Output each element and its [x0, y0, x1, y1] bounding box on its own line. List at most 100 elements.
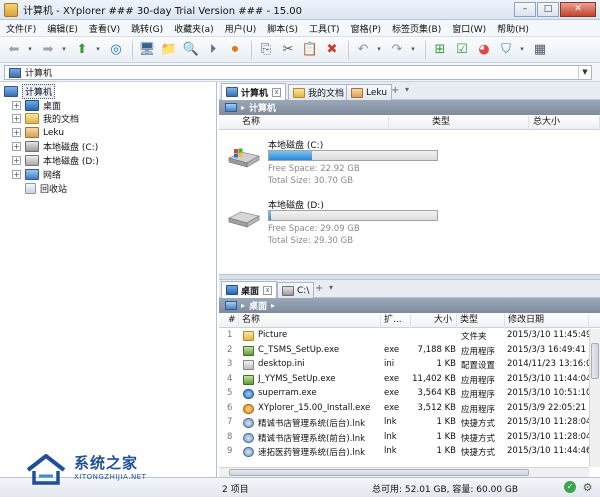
- tree-item-drive-d[interactable]: + 本地磁盘 (D:): [12, 154, 99, 167]
- expand-icon[interactable]: +: [12, 170, 21, 179]
- table-row[interactable]: 7 精诚书店管理系统(后台).lnk lnk 1 KB 快捷方式 2015/3/…: [219, 416, 589, 430]
- tree-view-icon[interactable]: ⊞: [430, 40, 450, 60]
- forward-arrow-icon[interactable]: ➡: [38, 40, 58, 60]
- table-row[interactable]: 1 Picture 文件夹 2015/3/10 11:45:49: [219, 329, 589, 343]
- menu-user[interactable]: 用户(U): [225, 22, 257, 35]
- filter-icon[interactable]: ⛉: [496, 40, 516, 60]
- expand-icon[interactable]: +: [12, 114, 21, 123]
- table-row[interactable]: 8 精诚书店管理系统(前台).lnk lnk 1 KB 快捷方式 2015/3/…: [219, 431, 589, 445]
- grid-view-icon[interactable]: ▦: [530, 40, 550, 60]
- pie-chart-icon[interactable]: ◕: [474, 40, 494, 60]
- column-name[interactable]: 名称: [239, 116, 389, 130]
- record-icon[interactable]: ⏺: [225, 40, 245, 60]
- paste-icon[interactable]: 📋: [300, 40, 320, 60]
- menu-tabsets[interactable]: 标签页集(B): [392, 22, 441, 35]
- menu-help[interactable]: 帮助(H): [497, 22, 529, 35]
- column-type[interactable]: 类型: [429, 116, 529, 130]
- menu-panes[interactable]: 窗格(P): [351, 22, 381, 35]
- top-breadcrumb[interactable]: ▸ 计算机: [219, 100, 600, 115]
- close-icon[interactable]: x: [272, 87, 282, 97]
- column-name[interactable]: 名称: [239, 314, 381, 328]
- breadcrumb-label: 计算机: [249, 104, 277, 114]
- redo-dropdown-icon[interactable]: ▾: [409, 40, 417, 60]
- check-icon[interactable]: ✓: [564, 481, 576, 493]
- expand-icon[interactable]: +: [12, 101, 21, 110]
- go-icon[interactable]: ⏵: [203, 40, 223, 60]
- table-row[interactable]: 3 desktop.ini ini 1 KB 配置设置 2014/11/23 1…: [219, 358, 589, 372]
- tree-item-documents[interactable]: + 我的文档: [12, 112, 79, 125]
- expand-icon[interactable]: +: [12, 156, 21, 165]
- tree-item-drive-c[interactable]: + 本地磁盘 (C:): [12, 140, 98, 153]
- tree-item-network[interactable]: + 网络: [12, 168, 61, 181]
- new-folder-icon[interactable]: 📁: [159, 40, 179, 60]
- menu-tools[interactable]: 工具(T): [309, 22, 340, 35]
- copy-icon[interactable]: ⎘: [256, 40, 276, 60]
- close-icon[interactable]: x: [263, 285, 273, 295]
- drive-item-d[interactable]: 本地磁盘 (D:) Free Space: 29.09 GB Total Siz…: [219, 198, 600, 254]
- vertical-scrollbar[interactable]: [589, 329, 600, 467]
- tab-desktop[interactable]: 桌面 x: [221, 281, 278, 298]
- tab-computer[interactable]: 计算机 x: [221, 83, 287, 100]
- row-number: 2: [227, 344, 233, 355]
- checkbox-icon[interactable]: ☑: [452, 40, 472, 60]
- table-row[interactable]: 4 J_YYMS_SetUp.exe exe 11,402 KB 应用程序 20…: [219, 373, 589, 387]
- expand-icon[interactable]: +: [12, 128, 21, 137]
- tab-leku[interactable]: Leku: [346, 84, 393, 100]
- close-button[interactable]: ✕: [560, 2, 596, 17]
- find-icon[interactable]: 🔍: [181, 40, 201, 60]
- cut-icon[interactable]: ✂: [278, 40, 298, 60]
- column-number[interactable]: #: [225, 314, 239, 328]
- vertical-scroll-thumb[interactable]: [591, 343, 599, 379]
- horizontal-scrollbar[interactable]: [219, 467, 589, 477]
- menu-window[interactable]: 窗口(W): [452, 22, 486, 35]
- expand-icon[interactable]: +: [12, 142, 21, 151]
- bottom-breadcrumb[interactable]: ▸ 桌面 ▸: [219, 298, 600, 313]
- table-row[interactable]: 2 C_TSMS_SetUp.exe exe 7,188 KB 应用程序 201…: [219, 344, 589, 358]
- tree-item-desktop[interactable]: + 桌面: [12, 99, 61, 112]
- column-size[interactable]: 大小: [411, 314, 457, 328]
- tree-item-label: Leku: [43, 127, 65, 138]
- forward-dropdown-icon[interactable]: ▾: [60, 40, 68, 60]
- menu-favorites[interactable]: 收藏夹(a): [174, 22, 214, 35]
- drive-item-c[interactable]: 本地磁盘 (C:) Free Space: 22.92 GB Total Siz…: [219, 138, 600, 194]
- target-icon[interactable]: ◎: [106, 40, 126, 60]
- tree-item-recycle-bin[interactable]: 回收站: [12, 182, 67, 195]
- tree-item-leku[interactable]: + Leku: [12, 126, 64, 139]
- tab-documents[interactable]: 我的文档: [288, 84, 350, 100]
- table-row[interactable]: 6 XYplorer_15.00_Install.exe exe 3,512 K…: [219, 402, 589, 416]
- address-input[interactable]: 计算机 ▼: [4, 65, 592, 80]
- tree-item-computer[interactable]: 计算机: [4, 84, 56, 99]
- table-row[interactable]: 5 superram.exe exe 3,564 KB 应用程序 2015/3/…: [219, 387, 589, 401]
- computer-icon[interactable]: 🖥: [137, 40, 157, 60]
- menu-file[interactable]: 文件(F): [6, 22, 36, 35]
- add-tab-icon[interactable]: +: [391, 85, 399, 96]
- maximize-button[interactable]: □: [537, 2, 559, 17]
- column-extension[interactable]: 扩...: [381, 314, 411, 328]
- filter-dropdown-icon[interactable]: ▾: [518, 40, 526, 60]
- table-row[interactable]: 9 速拓医药管理系统(后台).lnk lnk 1 KB 快捷方式 2015/3/…: [219, 445, 589, 459]
- column-total[interactable]: 总大小: [530, 116, 600, 130]
- back-dropdown-icon[interactable]: ▾: [26, 40, 34, 60]
- column-modified[interactable]: 修改日期: [505, 314, 589, 328]
- minimize-button[interactable]: –: [514, 2, 536, 17]
- menu-go[interactable]: 跳转(G): [131, 22, 163, 35]
- menu-edit[interactable]: 编辑(E): [47, 22, 78, 35]
- back-arrow-icon[interactable]: ⬅: [4, 40, 24, 60]
- file-name: desktop.ini: [258, 359, 305, 369]
- tab-menu-icon[interactable]: ▾: [329, 283, 333, 292]
- horizontal-scroll-thumb[interactable]: [229, 469, 529, 476]
- gear-icon[interactable]: ⚙: [581, 481, 594, 494]
- add-tab-icon[interactable]: +: [315, 283, 323, 294]
- redo-icon[interactable]: ↷: [387, 40, 407, 60]
- column-type[interactable]: 类型: [457, 314, 505, 328]
- undo-dropdown-icon[interactable]: ▾: [375, 40, 383, 60]
- delete-icon[interactable]: ✖: [322, 40, 342, 60]
- chevron-down-icon[interactable]: ▼: [578, 66, 591, 79]
- undo-icon[interactable]: ↶: [353, 40, 373, 60]
- tab-drive-c[interactable]: C:\: [277, 282, 315, 298]
- up-dropdown-icon[interactable]: ▾: [94, 40, 102, 60]
- up-arrow-icon[interactable]: ⬆: [72, 40, 92, 60]
- menu-view[interactable]: 查看(V): [89, 22, 120, 35]
- tab-menu-icon[interactable]: ▾: [405, 85, 409, 94]
- menu-script[interactable]: 脚本(S): [267, 22, 298, 35]
